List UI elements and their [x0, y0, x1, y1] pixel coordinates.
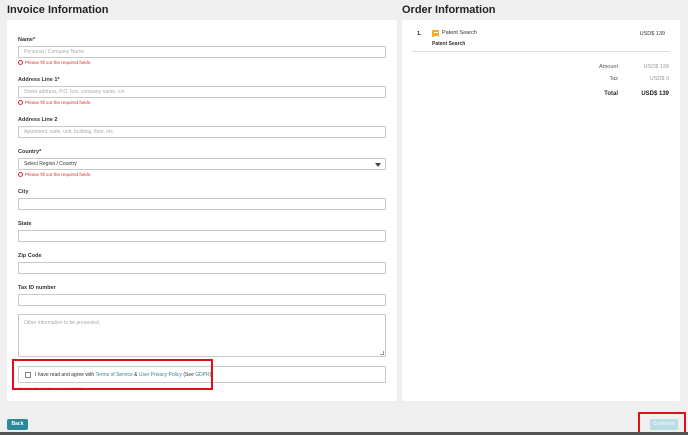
invoice-form-panel: Name* Personal / Company Name Please fil… [7, 20, 397, 401]
city-label: City [18, 189, 29, 195]
city-input[interactable] [18, 198, 386, 210]
address2-label: Address Line 2 [18, 117, 58, 123]
address1-label: Address Line 1* [18, 77, 60, 83]
country-select[interactable]: Select Region / Country [18, 158, 386, 170]
name-error-text: Please fill out the required fields. [25, 60, 92, 65]
zip-label: Zip Code [18, 253, 42, 259]
state-label: State [18, 221, 32, 227]
country-error: Please fill out the required fields. [18, 171, 92, 177]
name-error: Please fill out the required fields. [18, 59, 92, 65]
chevron-down-icon [375, 162, 381, 167]
document-icon [432, 30, 439, 37]
divider [412, 51, 670, 52]
order-section-title: Order Information [402, 4, 496, 16]
order-item-subtitle: Patent Search [432, 41, 466, 47]
continue-highlight-box [638, 412, 686, 434]
country-label: Country* [18, 149, 42, 155]
amount-label: Amount [599, 64, 618, 70]
order-item-name: Patent Search [442, 30, 477, 36]
order-item-number: 1. [417, 31, 422, 37]
other-info-placeholder: Other information to be presented. [24, 320, 101, 326]
address2-input[interactable]: Apartment, suite, unit, building, floor,… [18, 126, 386, 138]
address1-error-text: Please fill out the required fields. [25, 100, 92, 105]
country-error-text: Please fill out the required fields. [25, 172, 92, 177]
back-button[interactable]: Back [7, 419, 28, 430]
order-item-price: USD$ 139 [639, 31, 665, 37]
address1-input[interactable]: Street address, P.O. box, company name, … [18, 86, 386, 98]
order-summary-panel: 1. Patent Search USD$ 139 Patent Search … [402, 20, 680, 401]
error-icon [18, 99, 23, 105]
error-icon [18, 59, 23, 65]
tax-label: Tax [609, 76, 618, 82]
taxid-input[interactable] [18, 294, 386, 306]
country-select-value: Select Region / Country [24, 161, 77, 167]
agreement-highlight-box [12, 359, 213, 390]
amount-value: USD$ 139 [643, 64, 669, 70]
tax-value: USD$ 0 [649, 76, 669, 82]
name-label: Name* [18, 37, 36, 43]
name-input[interactable]: Personal / Company Name [18, 46, 386, 58]
error-icon [18, 171, 23, 177]
address1-error: Please fill out the required fields. [18, 99, 92, 105]
taxid-label: Tax ID number [18, 285, 56, 291]
other-info-textarea[interactable]: Other information to be presented. [18, 314, 386, 357]
resize-handle[interactable] [380, 351, 384, 355]
state-input[interactable] [18, 230, 386, 242]
total-label: Total [604, 91, 618, 97]
total-value: USD$ 139 [641, 91, 669, 97]
zip-input[interactable] [18, 262, 386, 274]
invoice-section-title: Invoice Information [7, 4, 109, 16]
